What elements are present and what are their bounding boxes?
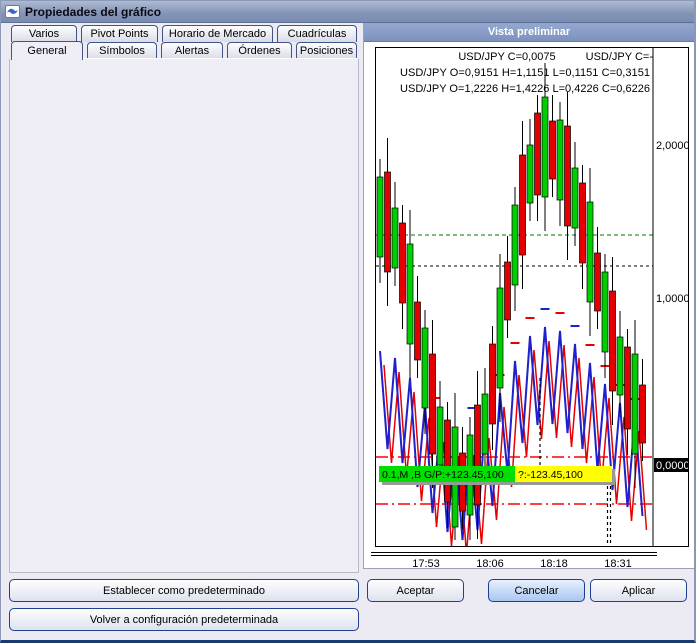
svg-text:1,0000: 1,0000 xyxy=(656,293,688,305)
svg-text:USD/JPY C=0,0075: USD/JPY C=0,0075 xyxy=(458,51,555,63)
apply-button[interactable]: Aplicar xyxy=(590,579,687,602)
tab-pivot-points[interactable]: Pivot Points xyxy=(81,25,158,42)
time-axis-separator xyxy=(371,552,657,556)
set-as-default-button[interactable]: Establecer como predeterminado xyxy=(9,579,359,602)
window-title: Propiedades del gráfico xyxy=(25,5,161,19)
time-label-4: 18:31 xyxy=(596,558,640,570)
svg-text:USD/JPY C=-: USD/JPY C=- xyxy=(586,51,654,63)
general-tab-panel xyxy=(9,58,359,573)
svg-text:0,0000: 0,0000 xyxy=(656,460,688,472)
tab-alertas[interactable]: Alertas xyxy=(161,42,223,59)
svg-text:USD/JPY O=1,2226 H=1,4226 L=0,: USD/JPY O=1,2226 H=1,4226 L=0,4226 C=0,6… xyxy=(400,83,650,95)
chart-properties-dialog: Propiedades del gráfico Varios Pivot Poi… xyxy=(0,0,696,643)
time-label-3: 18:18 xyxy=(532,558,576,570)
tab-varios[interactable]: Varios xyxy=(11,25,77,42)
preview-header: Vista preliminar xyxy=(364,24,694,42)
accept-button[interactable]: Aceptar xyxy=(367,579,464,602)
tab-general[interactable]: General xyxy=(11,41,83,60)
preview-chart: USD/JPY C=0,0075 USD/JPY C=- USD/JPY O=0,9… xyxy=(375,47,689,547)
tab-horario-de-mercado[interactable]: Horario de Mercado xyxy=(162,25,273,42)
svg-text:0.1,M ,B G/P:+123.45,100: 0.1,M ,B G/P:+123.45,100 xyxy=(382,469,504,481)
tab-ordenes[interactable]: Órdenes xyxy=(227,42,292,59)
time-label-2: 18:06 xyxy=(468,558,512,570)
cancel-button[interactable]: Cancelar xyxy=(488,579,585,602)
tab-simbolos[interactable]: Símbolos xyxy=(87,42,157,59)
svg-text:?:-123.45,100: ?:-123.45,100 xyxy=(518,469,583,481)
tab-posiciones[interactable]: Posiciones xyxy=(296,42,357,59)
svg-text:USD/JPY O=0,9151 H=1,1151 L=0,: USD/JPY O=0,9151 H=1,1151 L=0,1151 C=0,3… xyxy=(400,67,650,79)
title-bar[interactable]: Propiedades del gráfico xyxy=(1,1,694,23)
tab-cuadriculas[interactable]: Cuadrículas xyxy=(277,25,357,42)
restore-default-button[interactable]: Volver a configuración predeterminada xyxy=(9,608,359,631)
time-label-1: 17:53 xyxy=(404,558,448,570)
preview-chart-svg: USD/JPY C=0,0075 USD/JPY C=- USD/JPY O=0,9… xyxy=(376,48,688,546)
svg-text:2,0000: 2,0000 xyxy=(656,140,688,152)
app-icon xyxy=(5,5,20,18)
